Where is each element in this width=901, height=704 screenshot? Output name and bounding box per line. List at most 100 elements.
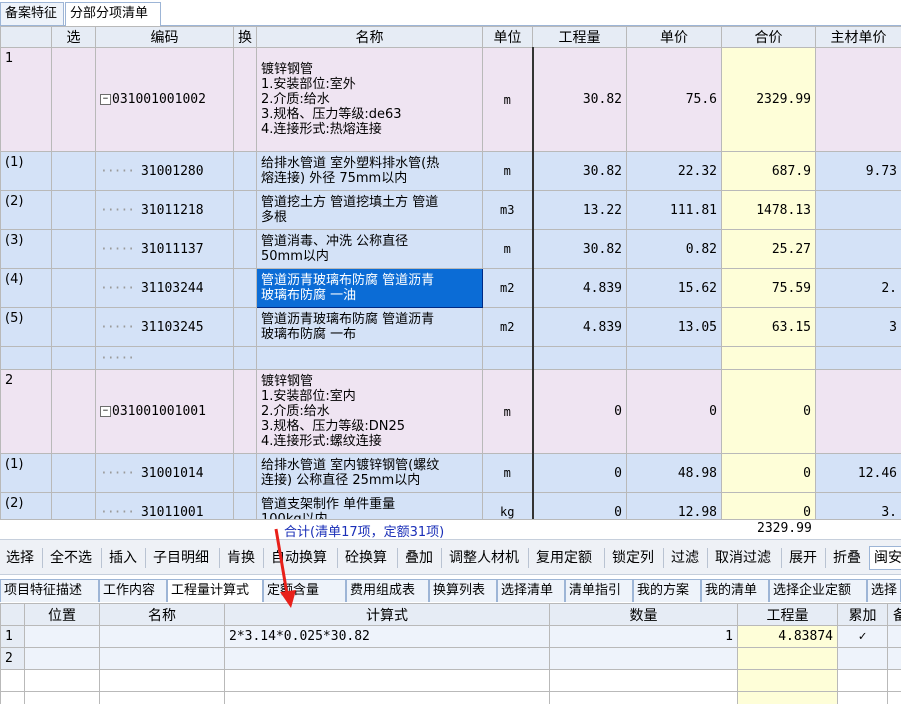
tab-cost-composition[interactable]: 费用组成表 xyxy=(346,579,429,602)
calc-empty-cell[interactable] xyxy=(837,691,888,704)
tab-my-plan[interactable]: 我的方案 xyxy=(633,579,701,602)
col-header-code[interactable]: 编码 xyxy=(95,26,234,48)
bill-row[interactable]: 2 −031001001001 镀锌钢管 1.安装部位:室内 2.介质:给水 3.规格、压… xyxy=(0,369,901,454)
sub-item-detail-button[interactable]: 子目明细 xyxy=(148,546,214,570)
code-cell[interactable]: ····· 31011137 xyxy=(95,229,234,269)
code-cell[interactable]: ····· 31103244 xyxy=(95,268,234,308)
col-header-name[interactable]: 名称 xyxy=(256,26,483,48)
col-header-unit[interactable]: 单位 xyxy=(482,26,533,48)
calc-row[interactable]: 1 2*3.14*0.025*30.82 1 4.83874 ✓ xyxy=(0,625,901,648)
bill-row[interactable]: 1−031001001002 镀锌钢管 1.安装部位:室外 2.介质:给水 3.规格、压… xyxy=(0,47,901,152)
swap-cell[interactable] xyxy=(233,47,257,152)
quantity-cell[interactable]: 4.839 xyxy=(532,268,627,308)
tab-quota-content[interactable]: 定额含量 xyxy=(263,579,346,602)
unit-cell[interactable] xyxy=(482,346,534,370)
quota-row[interactable]: (2) ····· 31011218 管道挖土方 管道挖填土方 管道 多根 m3 13.2… xyxy=(0,190,901,230)
unit-cell[interactable]: kg xyxy=(482,492,534,519)
quota-row[interactable]: (2)····· 31011001管道支架制作 单件重量100kg以内kg012… xyxy=(0,492,901,519)
calc-empty-cell[interactable] xyxy=(224,691,550,704)
swap-cell[interactable] xyxy=(233,369,257,454)
expand-button[interactable]: 展开 xyxy=(784,546,822,570)
quota-row[interactable]: (4) ····· 31103244 管道沥青玻璃布防腐 管道沥青 玻璃布防腐 一油 m… xyxy=(0,268,901,308)
calc-formula-cell[interactable]: 2*3.14*0.025*30.82 xyxy=(224,625,550,648)
quantity-cell[interactable]: 13.22 xyxy=(532,190,627,230)
unit-price-cell[interactable]: 0.82 xyxy=(626,229,722,269)
name-cell[interactable]: 管道沥青玻璃布防腐 管道沥青 玻璃布防腐 一布 xyxy=(256,307,483,347)
select-cell[interactable] xyxy=(51,453,96,493)
calc-col-name[interactable]: 名称 xyxy=(99,603,225,626)
calc-col-count[interactable]: 数量 xyxy=(549,603,738,626)
unit-cell[interactable]: m xyxy=(482,151,534,191)
name-cell[interactable]: 管道支架制作 单件重量100kg以内 xyxy=(256,492,483,519)
concrete-conversion-button[interactable]: 砼换算 xyxy=(340,546,392,570)
quota-row[interactable]: (1) ····· 31001280 给排水管道 室外塑料排水管(热 熔连接) 外径 … xyxy=(0,151,901,191)
calc-row-empty[interactable] xyxy=(0,669,901,692)
calc-col-position[interactable]: 位置 xyxy=(24,603,100,626)
calc-empty-cell[interactable] xyxy=(224,669,550,692)
calc-name-cell[interactable] xyxy=(99,647,225,670)
name-cell[interactable]: 给排水管道 室内镀锌钢管(螺纹 连接) 公称直径 25mm以内 xyxy=(256,453,483,493)
min-an-button[interactable]: 闽安 xyxy=(869,546,901,570)
col-header-unit-price[interactable]: 单价 xyxy=(626,26,722,48)
col-header-quantity[interactable]: 工程量 xyxy=(532,26,627,48)
select-cell[interactable] xyxy=(51,190,96,230)
calc-row[interactable]: 2 xyxy=(0,647,901,670)
calc-accumulate-checkbox[interactable] xyxy=(837,647,888,670)
calc-empty-cell[interactable] xyxy=(24,691,100,704)
unit-price-cell[interactable] xyxy=(626,346,722,370)
reuse-quota-button[interactable]: 复用定额 xyxy=(531,546,597,570)
code-cell[interactable]: −031001001001 xyxy=(95,369,234,454)
unit-price-cell[interactable]: 22.32 xyxy=(626,151,722,191)
calc-remark-cell[interactable] xyxy=(887,647,901,670)
quantity-cell[interactable]: 4.839 xyxy=(532,307,627,347)
quota-row[interactable]: (1) ····· 31001014 给排水管道 室内镀锌钢管(螺纹 连接) 公称直径… xyxy=(0,453,901,493)
name-cell[interactable]: 给排水管道 室外塑料排水管(热 熔连接) 外径 75mm以内 xyxy=(256,151,483,191)
quantity-cell[interactable] xyxy=(532,346,627,370)
swap-cell[interactable] xyxy=(233,492,257,519)
code-cell[interactable]: ····· 31011218 xyxy=(95,190,234,230)
calc-formula-cell[interactable] xyxy=(224,647,550,670)
select-cell[interactable] xyxy=(51,307,96,347)
main-material-price-cell[interactable]: 2. xyxy=(815,268,901,308)
auto-conversion-button[interactable]: 自动换算 xyxy=(266,546,332,570)
unit-price-cell[interactable]: 12.98 xyxy=(626,492,722,519)
unit-cell[interactable]: m xyxy=(482,229,534,269)
tab-filing-features[interactable]: 备案特征 xyxy=(0,2,64,25)
main-material-price-cell[interactable]: 9.73 xyxy=(815,151,901,191)
swap-cell[interactable] xyxy=(233,151,257,191)
swap-cell[interactable] xyxy=(233,190,257,230)
main-material-price-cell[interactable] xyxy=(815,47,901,152)
swap-cell[interactable] xyxy=(233,453,257,493)
select-button[interactable]: 选择 xyxy=(1,546,39,570)
calc-col-formula[interactable]: 计算式 xyxy=(224,603,550,626)
tab-select-more[interactable]: 选择 xyxy=(867,579,901,602)
unit-price-cell[interactable]: 75.6 xyxy=(626,47,722,152)
code-cell[interactable]: ····· 31011001 xyxy=(95,492,234,519)
calc-empty-cell[interactable] xyxy=(99,691,225,704)
overlay-button[interactable]: 叠加 xyxy=(400,546,438,570)
select-cell[interactable] xyxy=(51,346,96,370)
filter-button[interactable]: 过滤 xyxy=(666,546,704,570)
main-material-price-cell[interactable] xyxy=(815,229,901,269)
adjust-materials-button[interactable]: 调整人材机 xyxy=(444,546,524,570)
tab-select-bill[interactable]: 选择清单 xyxy=(497,579,565,602)
empty-row[interactable]: ····· xyxy=(0,346,901,370)
name-cell[interactable]: 管道挖土方 管道挖填土方 管道 多根 xyxy=(256,190,483,230)
calc-empty-cell[interactable] xyxy=(887,691,901,704)
quantity-cell[interactable]: 0 xyxy=(532,369,627,454)
unit-cell[interactable]: m xyxy=(482,369,534,454)
calc-col-accumulate[interactable]: 累加 xyxy=(837,603,888,626)
cancel-filter-button[interactable]: 取消过滤 xyxy=(710,546,776,570)
swap-cell[interactable] xyxy=(233,229,257,269)
collapse-toggle-icon[interactable]: − xyxy=(100,94,111,105)
select-cell[interactable] xyxy=(51,492,96,519)
col-header-swap[interactable]: 换 xyxy=(233,26,257,48)
tab-bill-guide[interactable]: 清单指引 xyxy=(565,579,633,602)
select-cell[interactable] xyxy=(51,369,96,454)
calc-empty-cell[interactable] xyxy=(549,669,738,692)
unit-price-cell[interactable]: 13.05 xyxy=(626,307,722,347)
col-header-main-material-price[interactable]: 主材单价 xyxy=(815,26,901,48)
name-cell[interactable]: 管道消毒、冲洗 公称直径 50mm以内 xyxy=(256,229,483,269)
code-cell[interactable]: ····· 31103245 xyxy=(95,307,234,347)
select-cell[interactable] xyxy=(51,229,96,269)
